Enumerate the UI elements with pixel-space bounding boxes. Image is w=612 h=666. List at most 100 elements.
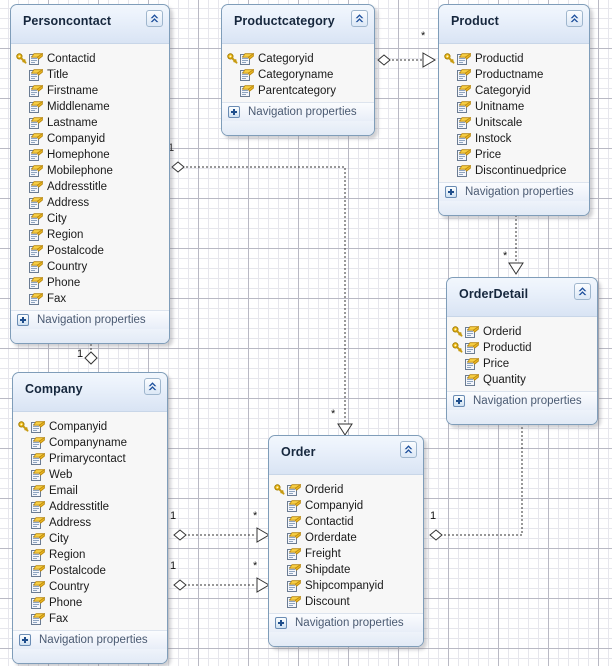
field-row[interactable]: Quantity xyxy=(447,372,597,388)
field-row[interactable]: Unitname xyxy=(439,99,589,115)
field-row[interactable]: Companyid xyxy=(11,131,169,147)
field-row[interactable]: Companyid xyxy=(13,419,167,435)
navigation-properties-row[interactable]: Navigation properties xyxy=(269,613,423,632)
field-row[interactable]: Shipcompanyid xyxy=(269,578,423,594)
scalar-property-icon xyxy=(31,565,45,577)
field-name: Region xyxy=(49,549,85,561)
diagram-canvas[interactable]: .ln{stroke:#333;stroke-width:1;fill:none… xyxy=(0,0,612,666)
field-row[interactable]: Region xyxy=(13,547,167,563)
field-row[interactable]: Orderid xyxy=(269,482,423,498)
scalar-property-icon xyxy=(29,149,43,161)
field-row[interactable]: Instock xyxy=(439,131,589,147)
entity-header-productcategory[interactable]: Productcategory xyxy=(222,5,374,44)
field-name: Categoryid xyxy=(258,53,314,65)
plus-box-icon[interactable] xyxy=(445,186,457,198)
field-row[interactable]: Productname xyxy=(439,67,589,83)
entity-header-personcontact[interactable]: Personcontact xyxy=(11,5,169,44)
navigation-properties-row[interactable]: Navigation properties xyxy=(222,102,374,121)
entity-header-company[interactable]: Company xyxy=(13,373,167,412)
field-row[interactable]: Country xyxy=(11,259,169,275)
field-row[interactable]: Discontinuedprice xyxy=(439,163,589,179)
field-row[interactable]: Firstname xyxy=(11,83,169,99)
field-row[interactable]: Companyid xyxy=(269,498,423,514)
field-row[interactable]: Categoryname xyxy=(222,67,374,83)
field-row[interactable]: Companyname xyxy=(13,435,167,451)
navigation-properties-row[interactable]: Navigation properties xyxy=(447,391,597,410)
field-row[interactable]: Web xyxy=(13,467,167,483)
key-icon xyxy=(452,326,463,338)
plus-box-icon[interactable] xyxy=(453,395,465,407)
field-row[interactable]: City xyxy=(11,211,169,227)
field-row[interactable]: Categoryid xyxy=(439,83,589,99)
field-row[interactable]: Price xyxy=(447,356,597,372)
field-row[interactable]: Primarycontact xyxy=(13,451,167,467)
collapse-button[interactable] xyxy=(400,441,417,458)
plus-box-icon[interactable] xyxy=(19,634,31,646)
entity-box-order[interactable]: Order OrderidCompanyidContactidOrderdateF… xyxy=(268,435,424,647)
field-row[interactable]: Productid xyxy=(447,340,597,356)
field-row[interactable]: Freight xyxy=(269,546,423,562)
navigation-properties-row[interactable]: Navigation properties xyxy=(13,630,167,649)
field-row[interactable]: Discount xyxy=(269,594,423,610)
field-row[interactable]: Contactid xyxy=(269,514,423,530)
collapse-button[interactable] xyxy=(566,10,583,27)
field-row[interactable]: Shipdate xyxy=(269,562,423,578)
navigation-properties-row[interactable]: Navigation properties xyxy=(11,310,169,329)
entity-box-orderdetail[interactable]: OrderDetail Orderid Productid Price Quantity… xyxy=(446,277,598,425)
plus-box-icon[interactable] xyxy=(275,617,287,629)
field-row[interactable]: Orderdate xyxy=(269,530,423,546)
field-row[interactable]: Addresstitle xyxy=(11,179,169,195)
entity-header-product[interactable]: Product xyxy=(439,5,589,44)
field-row[interactable]: Price xyxy=(439,147,589,163)
scalar-property-icon xyxy=(29,261,43,273)
field-row[interactable]: Phone xyxy=(13,595,167,611)
navigation-properties-row[interactable]: Navigation properties xyxy=(439,182,589,201)
field-name: Discontinuedprice xyxy=(475,165,566,177)
chevron-double-up-icon xyxy=(576,285,589,298)
entity-box-personcontact[interactable]: Personcontact ContactidTitleFirstnameMidd… xyxy=(10,4,170,344)
entity-box-product[interactable]: ProductProductidProductnameCategoryidUni… xyxy=(438,4,590,216)
field-row[interactable]: Postalcode xyxy=(13,563,167,579)
field-row[interactable]: Productid xyxy=(439,51,589,67)
scalar-property-icon xyxy=(29,133,43,145)
collapse-button[interactable] xyxy=(146,10,163,27)
field-row[interactable]: Contactid xyxy=(11,51,169,67)
field-name: Productid xyxy=(483,342,532,354)
field-row[interactable]: Lastname xyxy=(11,115,169,131)
field-row[interactable]: Addresstitle xyxy=(13,499,167,515)
field-row[interactable]: Address xyxy=(11,195,169,211)
field-row[interactable]: Middlename xyxy=(11,99,169,115)
entity-fields-product: ProductidProductnameCategoryidUnitnameUn… xyxy=(439,44,589,182)
field-row[interactable]: Unitscale xyxy=(439,115,589,131)
field-row[interactable]: Postalcode xyxy=(11,243,169,259)
field-row[interactable]: Orderid xyxy=(447,324,597,340)
field-row[interactable]: Phone xyxy=(11,275,169,291)
field-row[interactable]: Title xyxy=(11,67,169,83)
chevron-double-up-icon xyxy=(353,12,366,25)
collapse-button[interactable] xyxy=(144,378,161,395)
entity-footer xyxy=(13,649,167,663)
plus-box-icon[interactable] xyxy=(17,314,29,326)
navigation-properties-label: Navigation properties xyxy=(295,617,404,629)
field-name: Price xyxy=(483,358,509,370)
entity-header-order[interactable]: Order xyxy=(269,436,423,475)
scalar-property-icon xyxy=(29,101,43,113)
collapse-button[interactable] xyxy=(574,283,591,300)
field-row[interactable]: Fax xyxy=(11,291,169,307)
entity-box-productcategory[interactable]: Productcategory Categoryid CategorynamePar… xyxy=(221,4,375,136)
field-row[interactable]: Parentcategory xyxy=(222,83,374,99)
field-row[interactable]: Address xyxy=(13,515,167,531)
field-row[interactable]: Categoryid xyxy=(222,51,374,67)
field-row[interactable]: Fax xyxy=(13,611,167,627)
field-row[interactable]: City xyxy=(13,531,167,547)
plus-box-icon[interactable] xyxy=(228,106,240,118)
field-row[interactable]: Country xyxy=(13,579,167,595)
collapse-button[interactable] xyxy=(351,10,368,27)
entity-box-company[interactable]: Company CompanyidCompanynamePrimarycontac… xyxy=(12,372,168,664)
field-row[interactable]: Mobilephone xyxy=(11,163,169,179)
field-row[interactable]: Region xyxy=(11,227,169,243)
field-row[interactable]: Homephone xyxy=(11,147,169,163)
scalar-property-icon xyxy=(31,533,45,545)
field-row[interactable]: Email xyxy=(13,483,167,499)
entity-header-orderdetail[interactable]: OrderDetail xyxy=(447,278,597,317)
